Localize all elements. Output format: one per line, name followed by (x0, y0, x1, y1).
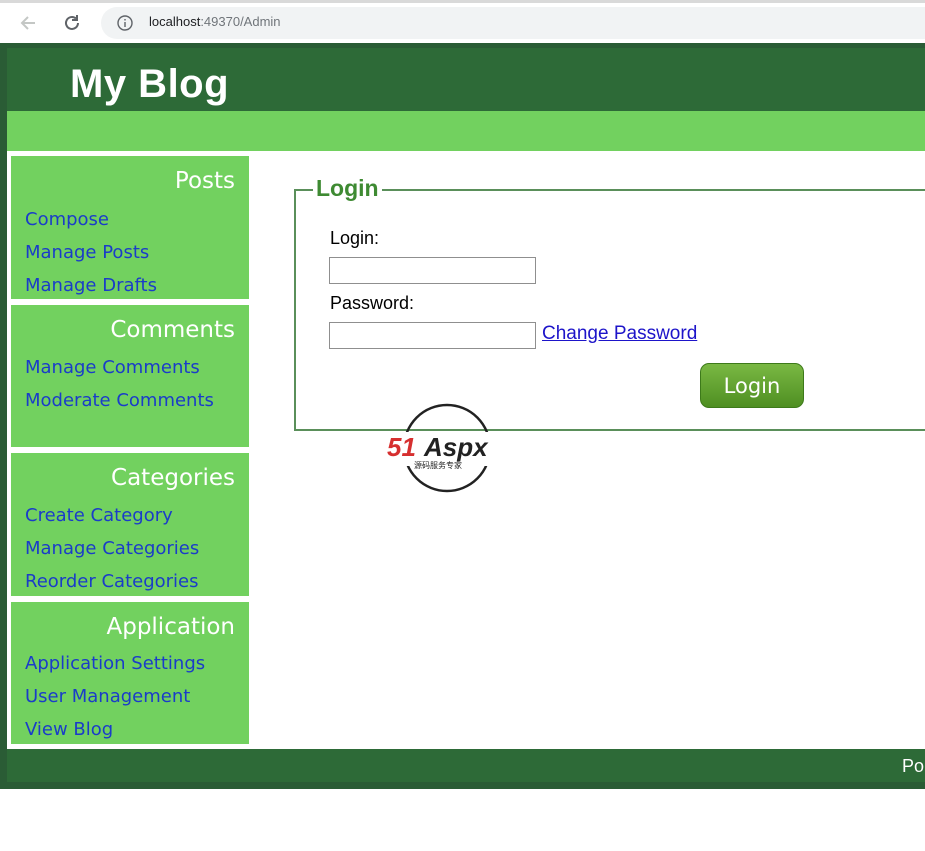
login-input[interactable] (329, 257, 536, 284)
site-footer: Po (7, 749, 925, 782)
link-application-settings[interactable]: Application Settings (25, 653, 205, 674)
browser-toolbar: localhost:49370/Admin (0, 0, 925, 42)
sidebar-section-application: Application Application Settings User Ma… (11, 602, 249, 744)
link-manage-posts[interactable]: Manage Posts (25, 242, 149, 263)
section-title-categories: Categories (111, 465, 235, 491)
link-manage-comments[interactable]: Manage Comments (25, 357, 200, 378)
reload-icon[interactable] (60, 11, 84, 35)
sidebar-section-comments: Comments Manage Comments Moderate Commen… (11, 305, 249, 447)
login-legend: Login (313, 175, 382, 202)
section-title-application: Application (106, 614, 235, 640)
footer-text: Po (902, 756, 925, 776)
link-manage-categories[interactable]: Manage Categories (25, 538, 199, 559)
login-fieldset: Login Login: Password: Change Password L… (294, 175, 925, 431)
info-icon[interactable] (117, 15, 133, 31)
link-view-blog[interactable]: View Blog (25, 719, 113, 740)
link-manage-drafts[interactable]: Manage Drafts (25, 275, 157, 296)
back-icon[interactable] (16, 11, 40, 35)
link-compose[interactable]: Compose (25, 209, 109, 230)
svg-text:51: 51 (387, 432, 416, 462)
password-label: Password: (330, 293, 415, 313)
svg-text:源码服务专家: 源码服务专家 (414, 460, 462, 470)
watermark-logo: 51 Aspx 源码服务专家 (386, 402, 512, 494)
url-path: :49370/Admin (200, 14, 281, 29)
svg-text:Aspx: Aspx (423, 432, 489, 462)
change-password-link[interactable]: Change Password (542, 323, 697, 345)
section-title-posts: Posts (174, 168, 235, 194)
login-label: Login: (330, 228, 380, 248)
login-button[interactable]: Login (700, 363, 804, 408)
link-moderate-comments[interactable]: Moderate Comments (25, 390, 214, 411)
sidebar-section-posts: Posts Compose Manage Posts Manage Drafts (11, 156, 249, 299)
section-title-comments: Comments (110, 317, 235, 343)
site-header: My Blog (7, 48, 925, 111)
address-bar[interactable]: localhost:49370/Admin (101, 7, 925, 39)
url-host: localhost (149, 14, 201, 29)
site-title: My Blog (70, 62, 230, 106)
link-user-management[interactable]: User Management (25, 686, 190, 707)
link-reorder-categories[interactable]: Reorder Categories (25, 571, 199, 592)
address-url: localhost:49370/Admin (149, 14, 281, 29)
nav-strip (7, 111, 925, 151)
sidebar-section-categories: Categories Create Category Manage Catego… (11, 453, 249, 596)
link-create-category[interactable]: Create Category (25, 505, 173, 526)
password-input[interactable] (329, 322, 536, 349)
